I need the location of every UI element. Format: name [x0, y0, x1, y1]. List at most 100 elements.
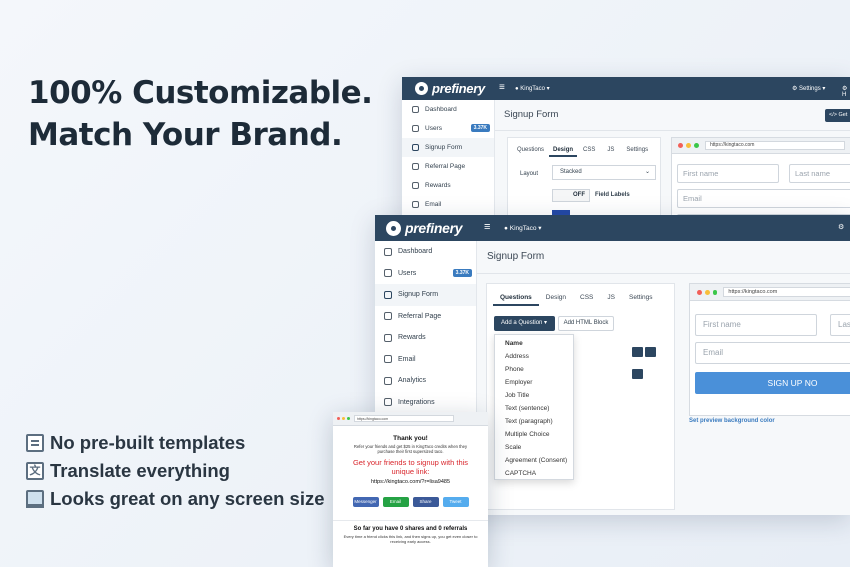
gift-icon — [412, 182, 419, 189]
menu-item-text-sentence[interactable]: Text (sentence) — [495, 402, 573, 415]
app-window-design: prefinery ≡ ● KingTaco ▾ ⚙ Settings ▾ ⚙ … — [402, 77, 850, 227]
sidebar-item-email[interactable]: Email — [402, 195, 494, 214]
feature-text: No pre-built templates — [50, 432, 246, 453]
field-labels-label: Field Labels — [595, 192, 630, 198]
minimize-dot-icon — [686, 143, 691, 148]
facebook-share-button[interactable]: Share — [412, 497, 439, 508]
referral-stats: So far you have 0 shares and 0 referrals — [353, 526, 468, 533]
sidebar-item-signup-form[interactable]: Signup Form — [375, 284, 476, 306]
first-name-field[interactable]: First name — [695, 314, 817, 336]
menu-item-captcha[interactable]: CAPTCHA — [495, 467, 573, 480]
edit-icon[interactable] — [632, 347, 643, 357]
menu-item-scale[interactable]: Scale — [495, 441, 573, 454]
last-name-field[interactable]: Last name — [789, 164, 850, 183]
referral-link[interactable]: https://kingtaco.com/?r=lisa9485 — [333, 479, 488, 485]
logo: prefinery — [386, 220, 463, 236]
sidebar-item-referral-page[interactable]: Referral Page — [375, 306, 476, 328]
trash-icon[interactable] — [645, 347, 656, 357]
menu-item-address[interactable]: Address — [495, 350, 573, 363]
edit-icon[interactable] — [632, 369, 643, 379]
add-html-block-button[interactable]: Add HTML Block — [558, 316, 614, 331]
tab-css[interactable]: CSS — [573, 294, 600, 306]
menu-item-agreement[interactable]: Agreement (Consent) — [495, 454, 573, 467]
menu-item-phone[interactable]: Phone — [495, 363, 573, 376]
add-question-button[interactable]: Add a Question ▾ — [494, 316, 555, 331]
layout-select[interactable]: Stacked ⌄ — [552, 165, 656, 180]
sidebar-item-rewards[interactable]: Rewards — [402, 176, 494, 195]
divider — [477, 273, 850, 274]
url-bar[interactable]: https://kingtaco.com — [723, 287, 850, 297]
menu-item-employer[interactable]: Employer — [495, 376, 573, 389]
sidebar-item-referral-page[interactable]: Referral Page — [402, 157, 494, 176]
page-title: Signup Form — [504, 109, 559, 120]
tab-css[interactable]: CSS — [577, 147, 601, 157]
logo-mark-icon — [386, 220, 401, 236]
top-navbar: prefinery ≡ ● KingTaco ▾ ⚙ — [375, 215, 850, 241]
menu-item-text-paragraph[interactable]: Text (paragraph) — [495, 415, 573, 428]
last-name-field[interactable]: Las — [830, 314, 850, 336]
feature-item: No pre-built templates — [26, 429, 325, 457]
url-bar[interactable]: https://kingtaco.com — [705, 141, 845, 150]
preview-background-link[interactable]: Set preview background color — [689, 418, 775, 424]
first-name-field[interactable]: First name — [677, 164, 779, 183]
form-editor-card: Questions Design CSS JS Settings Add a Q… — [486, 283, 675, 510]
field-labels-toggle[interactable]: OFF — [552, 189, 590, 202]
maximize-dot-icon — [347, 417, 350, 420]
tweet-button[interactable]: Tweet — [442, 497, 469, 508]
envelope-icon — [412, 201, 419, 208]
tab-design[interactable]: Design — [539, 294, 573, 306]
feature-text: Looks great on any screen size — [50, 488, 325, 509]
users-count-badge: 3.37K — [452, 268, 472, 277]
browser-bar: https://kingtaco.com — [690, 284, 850, 301]
sidebar-item-users[interactable]: Users 3.37K — [402, 119, 494, 138]
maximize-dot-icon — [712, 289, 718, 295]
email-share-button[interactable]: Email — [382, 497, 409, 508]
tab-settings[interactable]: Settings — [622, 294, 660, 306]
menu-item-job-title[interactable]: Job Title — [495, 389, 573, 402]
sidebar-item-users[interactable]: Users 3.37K — [375, 263, 476, 285]
menu-icon[interactable]: ≡ — [484, 221, 490, 233]
settings-menu[interactable]: ⚙ Settings ▾ — [792, 85, 825, 92]
menu-item-multiple-choice[interactable]: Multiple Choice — [495, 428, 573, 441]
question-type-menu: Name Address Phone Employer Job Title Te… — [494, 334, 574, 480]
user-icon — [384, 269, 392, 278]
sidebar-item-rewards[interactable]: Rewards — [375, 327, 476, 349]
tab-questions[interactable]: Questions — [517, 147, 549, 157]
tab-js[interactable]: JS — [600, 294, 622, 306]
sidebar-item-analytics[interactable]: Analytics — [375, 370, 476, 392]
account-dropdown[interactable]: ● KingTaco ▾ — [504, 224, 542, 232]
terminal-icon — [384, 290, 392, 299]
tab-questions[interactable]: Questions — [493, 294, 539, 306]
form-preview-browser: https://kingtaco.com First name Las Emai… — [689, 283, 850, 416]
laptop-icon — [26, 490, 44, 508]
menu-item-name[interactable]: Name — [495, 337, 573, 350]
dashboard-icon — [412, 106, 419, 113]
email-field[interactable]: Email — [695, 342, 850, 364]
tab-design[interactable]: Design — [549, 147, 578, 157]
users-count-badge: 3.37K — [470, 124, 490, 132]
messenger-share-button[interactable]: Messenger — [352, 497, 379, 508]
get-code-button[interactable]: </> Get — [825, 109, 850, 122]
email-field[interactable]: Email — [677, 189, 850, 208]
menu-icon[interactable]: ≡ — [499, 82, 505, 93]
tab-js[interactable]: JS — [601, 147, 620, 157]
help-menu[interactable]: ⚙ H — [842, 85, 850, 98]
sidebar-item-email[interactable]: Email — [375, 349, 476, 371]
sidebar-item-integrations[interactable]: Integrations — [375, 392, 476, 414]
divider — [495, 130, 850, 131]
sidebar-item-dashboard[interactable]: Dashboard — [402, 100, 494, 119]
sidebar: Dashboard Users 3.37K Signup Form Referra… — [402, 100, 495, 227]
main-content: Signup Form Questions Design CSS JS Sett… — [477, 241, 850, 515]
url-bar[interactable]: https://kingtaco.com — [354, 415, 454, 422]
settings-icon[interactable]: ⚙ — [838, 223, 844, 231]
account-dropdown[interactable]: ● KingTaco ▾ — [515, 85, 550, 92]
signup-now-button[interactable]: SIGN UP NO — [695, 372, 850, 394]
form-editor-card: Questions Design CSS JS Settings Layout … — [507, 137, 661, 227]
close-dot-icon — [697, 289, 702, 295]
divider — [333, 520, 488, 522]
sidebar-item-dashboard[interactable]: Dashboard — [375, 241, 476, 263]
tab-settings[interactable]: Settings — [620, 147, 652, 157]
layout-label: Layout — [520, 171, 539, 177]
feature-list: No pre-built templates 文 Translate every… — [26, 429, 325, 513]
sidebar-item-signup-form[interactable]: Signup Form — [402, 138, 494, 157]
